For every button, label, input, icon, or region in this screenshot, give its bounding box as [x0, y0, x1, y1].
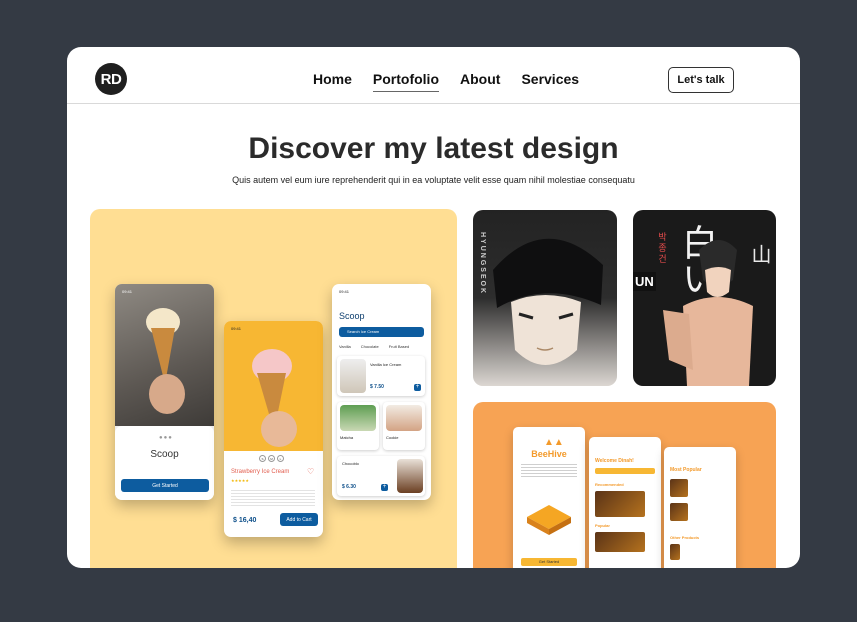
product-image [595, 491, 645, 517]
status-time: 09:41 [231, 326, 242, 331]
product-name: Strawberry Ice Cream [231, 469, 290, 475]
ice-cream-cone-icon [146, 308, 185, 414]
add-to-cart-button[interactable]: Add to Cart [280, 513, 318, 526]
pager-dots: ●●● [159, 435, 173, 441]
section-popular: Popular [595, 523, 610, 528]
status-time: 09:41 [122, 289, 133, 294]
product-image [670, 479, 688, 497]
item-name: Chocoblo [342, 461, 359, 466]
product-thumbnail [340, 405, 376, 431]
search-input[interactable]: Search Ice Cream [339, 327, 424, 337]
page-title: Discover my latest design [248, 132, 619, 165]
product-thumbnail [340, 359, 366, 393]
item-price: $ 7.50 [370, 384, 384, 390]
nav-item-portofolio[interactable]: Portofolio [372, 71, 440, 92]
ice-cream-photo [115, 284, 214, 426]
welcome-text: Welcome Dinah! [595, 458, 634, 464]
size-l[interactable]: L [277, 455, 284, 462]
status-time: 09:41 [339, 289, 350, 294]
lets-talk-button[interactable]: Let's talk [668, 67, 734, 93]
item-price: $ 6.30 [342, 484, 356, 490]
nav-item-about[interactable]: About [460, 71, 500, 92]
strawberry-ice-cream-photo [224, 321, 323, 451]
size-s[interactable]: S [259, 455, 266, 462]
nav-item-services[interactable]: Services [521, 71, 579, 92]
product-description [231, 488, 315, 508]
product-thumbnail [397, 459, 423, 493]
scoop-onboarding-screen: 09:41 ●●● Scoop Get Started [115, 284, 214, 500]
list-item[interactable]: Cookie [383, 402, 425, 450]
honeycomb-icon [527, 505, 571, 535]
page-subtitle: Quis autem vel eum iure reprehenderit qu… [232, 175, 635, 185]
get-started-button[interactable]: Get Started [521, 558, 577, 566]
get-started-button[interactable]: Get Started [121, 479, 209, 492]
project-card-scoop[interactable]: 09:41 ●●● Scoop Get Started 09:41 S M L … [90, 209, 457, 568]
section-other-products: Other Products [670, 535, 700, 540]
project-card-manga-fighter[interactable]: 白い 山 박종건 UN [633, 210, 776, 386]
beehive-products-screen: Most Popular Other Products [664, 447, 736, 568]
item-name: Cookie [386, 435, 399, 440]
tab-chocolate[interactable]: Chocolate [361, 344, 379, 349]
logo[interactable]: RD [95, 63, 127, 95]
product-price: $ 16,40 [233, 517, 257, 524]
scoop-detail-screen: 09:41 S M L Strawberry Ice Cream ♡ ★★★★★… [224, 321, 323, 537]
nav-menu: Home Portofolio About Services [313, 71, 579, 92]
size-selector[interactable]: S M L [259, 455, 284, 462]
section-recommended: Recommended [595, 482, 624, 487]
list-item[interactable]: Chocoblo $ 6.30 + [337, 456, 425, 496]
scoop-home-screen: 09:41 Scoop Search Ice Cream Vanilla Cho… [332, 284, 431, 500]
top-navigation: RD Home Portofolio About Services Let's … [67, 47, 800, 104]
flavor-tabs: Vanilla Chocolate Fruit Based [339, 344, 409, 349]
nav-item-home[interactable]: Home [313, 71, 352, 92]
project-card-manga-portrait[interactable]: HYUNGSEOK [473, 210, 617, 386]
app-name: Scoop [150, 449, 179, 460]
list-item[interactable]: Vanilla Ice Cream $ 7.50 + [337, 356, 425, 396]
product-image [670, 544, 680, 560]
manga-character-illustration [493, 238, 603, 365]
rating-stars-icon: ★★★★★ [231, 478, 249, 483]
project-card-beehive[interactable]: ▲▲ BeeHive Get Started Welcome Dinah! Re… [473, 402, 776, 568]
browser-window: RD Home Portofolio About Services Let's … [67, 47, 800, 568]
product-thumbnail [386, 405, 422, 431]
bee-logo-icon: ▲▲ [544, 437, 564, 448]
app-description [521, 462, 577, 479]
add-icon[interactable]: + [414, 384, 421, 391]
item-name: Matcha [340, 435, 354, 440]
tab-vanilla[interactable]: Vanilla [339, 344, 351, 349]
manga-character-illustration [663, 240, 753, 386]
list-item[interactable]: Matcha [337, 402, 379, 450]
app-name: BeeHive [531, 449, 567, 459]
section-most-popular: Most Popular [670, 467, 702, 473]
product-image [670, 503, 688, 521]
tab-fruit-based[interactable]: Fruit Based [389, 344, 409, 349]
item-name: Vanilla Ice Cream [370, 362, 402, 367]
size-m[interactable]: M [268, 455, 275, 462]
product-image [595, 532, 645, 552]
beehive-welcome-screen: ▲▲ BeeHive Get Started [513, 427, 585, 568]
ice-cream-cone-icon [252, 349, 297, 447]
home-title: Scoop [339, 311, 365, 321]
search-input[interactable] [595, 468, 655, 474]
add-icon[interactable]: + [381, 484, 388, 491]
vertical-title: HYUNGSEOK [479, 232, 486, 296]
beehive-home-screen: Welcome Dinah! Recommended Popular [589, 437, 661, 568]
heart-icon[interactable]: ♡ [307, 467, 314, 476]
